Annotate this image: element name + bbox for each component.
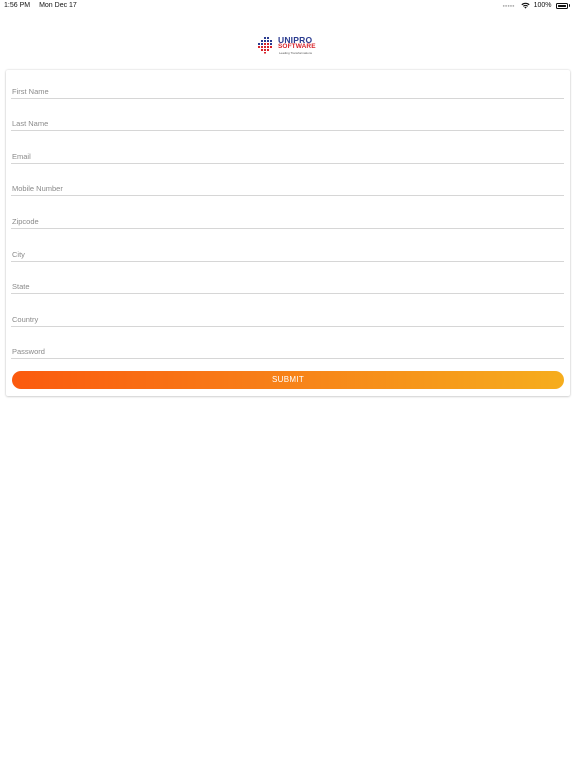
battery-percent: 100% bbox=[533, 2, 552, 9]
first-name-input[interactable] bbox=[12, 84, 565, 98]
last-name-field bbox=[11, 111, 565, 131]
last-name-input[interactable] bbox=[12, 116, 565, 130]
logo-tagline: Leading Transformations bbox=[279, 51, 313, 55]
first-name-field bbox=[11, 79, 565, 99]
logo-mark-icon bbox=[258, 37, 272, 54]
email-input[interactable] bbox=[12, 149, 565, 163]
logo-line2: SOFTWARE bbox=[278, 43, 316, 50]
status-date: Mon Dec 17 bbox=[39, 2, 77, 9]
password-input[interactable] bbox=[12, 344, 565, 358]
battery-icon bbox=[555, 2, 568, 9]
wifi-icon bbox=[520, 2, 530, 9]
mobile-number-input[interactable] bbox=[12, 181, 565, 195]
mobile-number-field bbox=[11, 176, 565, 196]
signal-dots-icon: ●●●●● bbox=[502, 3, 515, 8]
battery-tip bbox=[568, 4, 570, 7]
status-bar: 1:56 PM Mon Dec 17 ●●●●● 100% bbox=[0, 0, 576, 12]
unipro-logo: UNIPRO SOFTWARE Leading Transformations bbox=[257, 34, 321, 56]
registration-form: SUBMIT bbox=[6, 70, 570, 396]
status-right: ●●●●● 100% bbox=[502, 2, 570, 9]
email-field bbox=[11, 144, 565, 164]
status-left: 1:56 PM Mon Dec 17 bbox=[4, 2, 86, 9]
country-field bbox=[11, 307, 565, 327]
status-time: 1:56 PM bbox=[4, 2, 31, 9]
country-input[interactable] bbox=[12, 312, 565, 326]
password-field bbox=[11, 339, 565, 359]
zipcode-input[interactable] bbox=[12, 214, 565, 228]
state-field bbox=[11, 274, 565, 294]
city-input[interactable] bbox=[12, 247, 565, 261]
state-input[interactable] bbox=[12, 279, 565, 293]
zipcode-field bbox=[11, 209, 565, 229]
city-field bbox=[11, 242, 565, 262]
submit-button[interactable]: SUBMIT bbox=[12, 371, 564, 389]
